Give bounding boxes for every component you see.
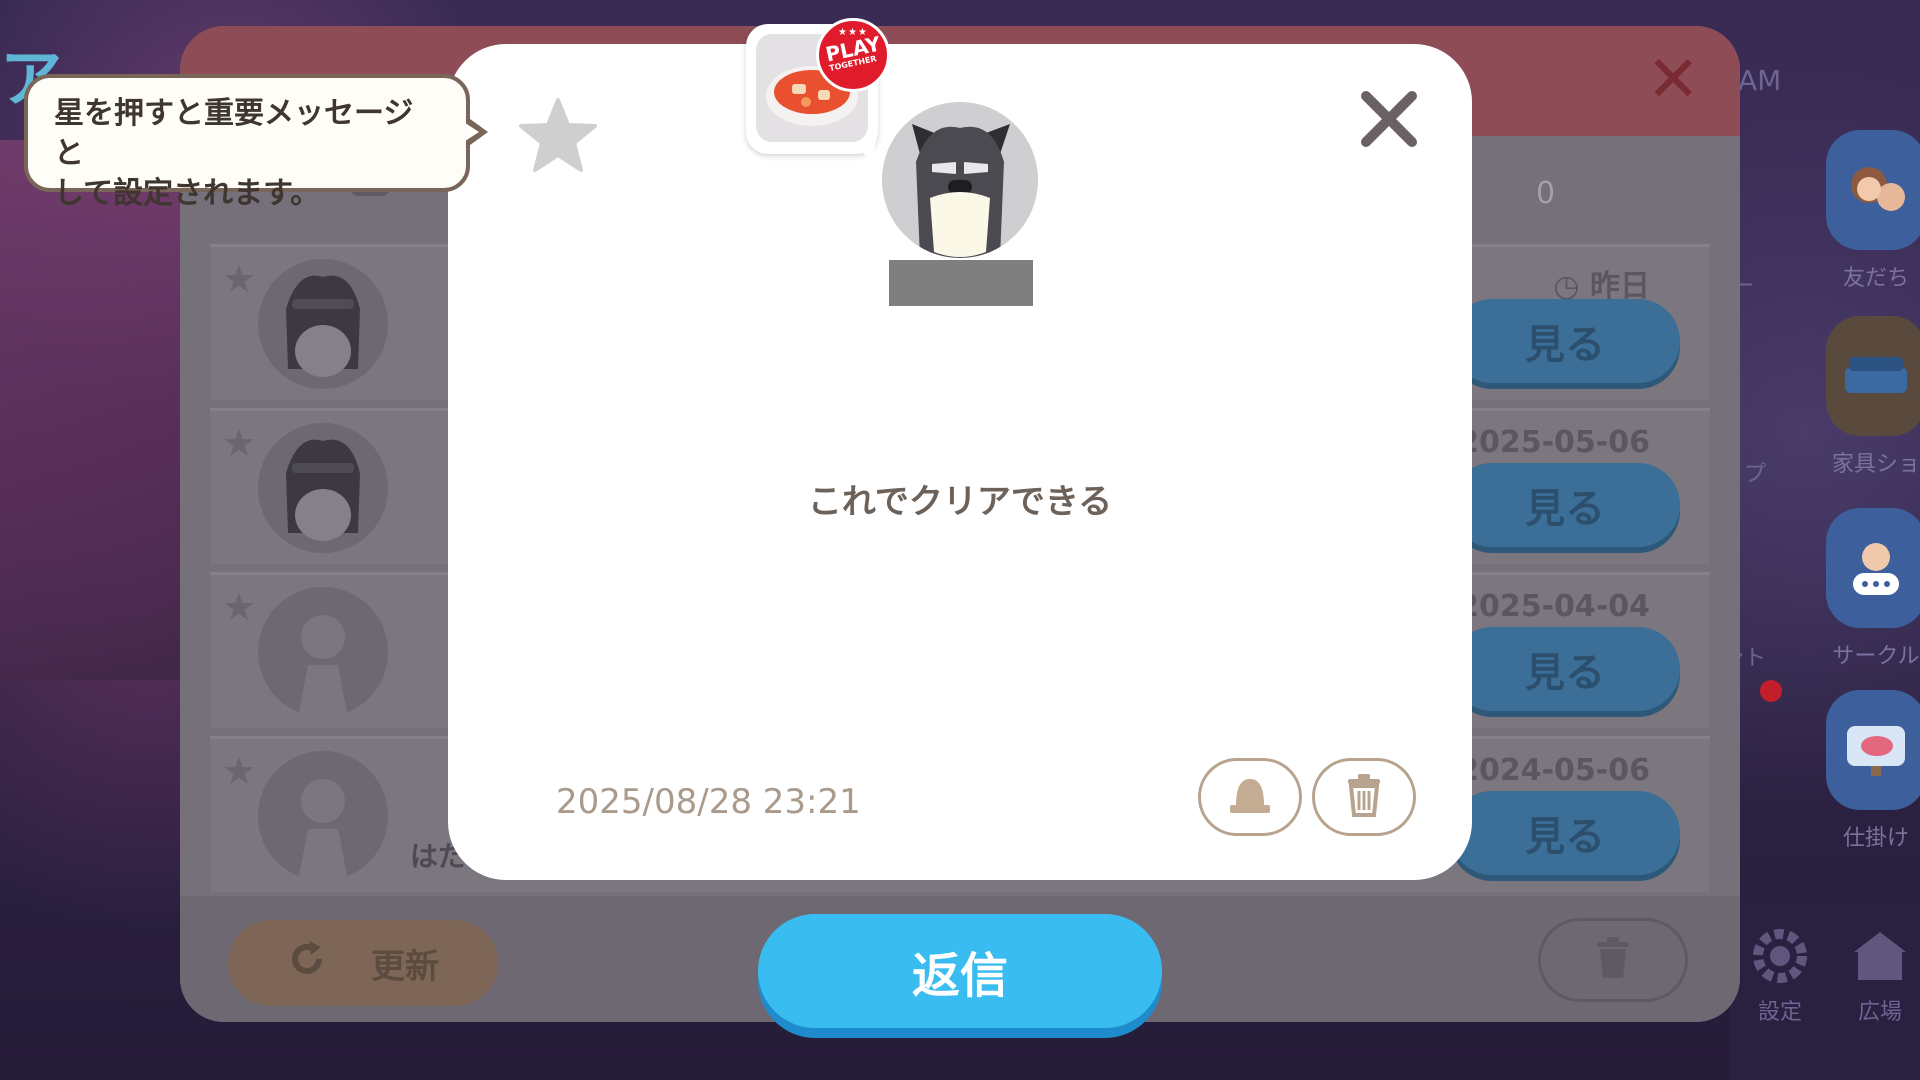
refresh-button[interactable]: 更新 (228, 920, 498, 1006)
menu-label: 仕掛け (1842, 826, 1909, 851)
dock-item-plaza[interactable]: 広場 (1840, 924, 1920, 1026)
gimmick-fish-icon (1826, 690, 1920, 810)
default-avatar (258, 751, 388, 881)
star-icon[interactable]: ★ (222, 585, 256, 629)
delete-all-button[interactable] (1538, 918, 1688, 1002)
view-button[interactable]: 見る (1450, 627, 1680, 711)
sticker-tail (856, 142, 876, 162)
dock-item-settings[interactable]: 設定 (1740, 924, 1820, 1026)
backdrop-decoration (0, 140, 200, 680)
important-star-icon[interactable] (518, 96, 598, 176)
bottom-dock: 設定 広場 (1730, 900, 1920, 1080)
star-icon[interactable]: ★ (222, 749, 256, 793)
trash-icon (1593, 936, 1633, 984)
star-icon[interactable]: ★ (222, 421, 256, 465)
refresh-label: 更新 (371, 946, 439, 987)
default-avatar (258, 587, 388, 717)
dog-avatar (258, 259, 388, 389)
report-button[interactable] (1198, 758, 1302, 836)
star-tooltip: 星を押すと重要メッセージと して設定されます。 (24, 74, 488, 211)
settings-gear-icon (1740, 924, 1820, 994)
close-icon (1361, 91, 1417, 147)
row-date: 2025-04-04 (1458, 589, 1650, 624)
dock-label: 設定 (1757, 1000, 1802, 1025)
menu-item-furniture-shop[interactable]: 家具ショ (1826, 316, 1920, 478)
view-button[interactable]: 見る (1450, 299, 1680, 383)
delete-message-button[interactable] (1312, 758, 1416, 836)
furniture-shop-icon (1826, 316, 1920, 436)
row-date: 2024-05-06 (1458, 753, 1650, 788)
siren-icon (1228, 775, 1272, 819)
tooltip-text: 星を押すと重要メッセージと して設定されます。 (54, 96, 414, 211)
message-dialog: これでクリアできる 2025/08/28 23:21 (448, 44, 1472, 880)
star-icon[interactable]: ★ (222, 257, 256, 301)
dog-avatar (258, 423, 388, 553)
message-date: 2025/08/28 23:21 (556, 782, 861, 822)
view-button[interactable]: 見る (1450, 791, 1680, 875)
menu-label: サークル (1832, 644, 1920, 669)
mailbox-close-button[interactable]: ✕ (1646, 48, 1700, 112)
play-together-badge: ★★★ PLAY TOGETHER (816, 18, 890, 92)
row-date: 2025-05-06 (1458, 425, 1650, 460)
menu-label: 家具ショ (1831, 452, 1920, 477)
notification-dot (1760, 680, 1782, 702)
mailbox-count: 0 (1536, 176, 1556, 211)
menu-item-gimmick[interactable]: 仕掛け (1826, 690, 1920, 852)
tooltip-tail (462, 116, 488, 148)
sticker-bubble: ★★★ PLAY TOGETHER (746, 18, 890, 162)
menu-item-friends[interactable]: 友だち (1826, 130, 1920, 292)
message-body: これでクリアできる (807, 482, 1113, 522)
close-dialog-button[interactable] (1354, 84, 1424, 154)
refresh-icon (287, 939, 327, 988)
sender-name-redacted (889, 260, 1033, 306)
reply-button[interactable]: 返信 (758, 914, 1162, 1028)
clock-am-label: AM (1738, 64, 1782, 97)
menu-label: 友だち (1842, 266, 1909, 291)
sender-avatar (882, 102, 1038, 258)
trash-icon (1344, 773, 1384, 821)
circle-chat-icon (1826, 508, 1920, 628)
menu-item-circle[interactable]: サークル (1826, 508, 1920, 670)
friends-icon (1826, 130, 1920, 250)
view-button[interactable]: 見る (1450, 463, 1680, 547)
dock-label: 広場 (1857, 1000, 1902, 1025)
plaza-building-icon (1840, 924, 1920, 994)
